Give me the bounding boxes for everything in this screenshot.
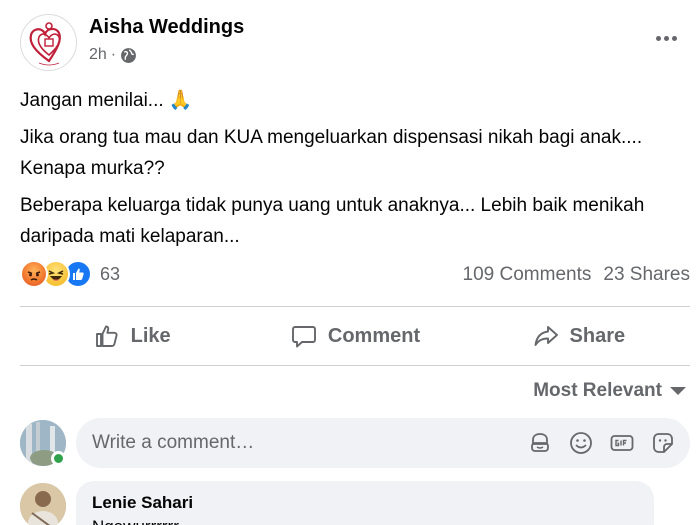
meta-separator: · [110,46,117,63]
dot-icon [663,35,669,41]
commenter-avatar[interactable] [20,483,66,525]
post-paragraph: Jika orang tua mau dan KUA mengeluarkan … [20,127,643,179]
more-options-button[interactable] [652,28,680,48]
like-button[interactable]: Like [20,307,243,365]
caret-down-icon [670,387,686,395]
emoji-icon[interactable] [568,430,594,456]
post-paragraph: Jangan menilai... 🙏 [20,90,193,111]
gif-icon[interactable] [609,430,635,456]
page-avatar[interactable] [20,14,77,71]
comment-text: Ngawurrrrrr [92,517,179,525]
post-time[interactable]: 2h [89,46,107,64]
comment-sort-dropdown[interactable]: Most Relevant [533,380,686,402]
reactions-summary[interactable]: 63 [20,260,120,288]
like-label: Like [130,324,171,347]
page-name[interactable]: Aisha Weddings [89,16,244,39]
comment-bubble: Lenie Sahari Ngawurrrrrr [76,481,654,525]
avatar-sticker-icon[interactable] [527,430,553,456]
comment-label: Comment [327,324,421,347]
sort-label: Most Relevant [533,380,662,401]
post-stats: 63 109 Comments 23 Shares [20,258,690,294]
comment-composer[interactable] [76,418,690,468]
post-header: Aisha Weddings 2h · [20,14,690,72]
dot-icon [671,35,677,41]
share-button[interactable]: Share [467,307,690,365]
reaction-count: 63 [100,263,121,284]
divider [20,365,690,366]
post-body: Jangan menilai... 🙏 Jika orang tua mau d… [20,85,690,258]
share-icon [534,326,558,346]
aisha-weddings-logo [29,22,61,66]
dot-icon [655,35,661,41]
engagement-counts: 109 Comments 23 Shares [463,264,690,286]
share-label: Share [569,324,626,347]
composer-tools [527,430,676,456]
sticker-icon[interactable] [650,430,676,456]
commenter-name[interactable]: Lenie Sahari [92,493,193,513]
globe-icon[interactable] [120,47,137,64]
comments-count-link[interactable]: 109 Comments [463,264,592,286]
shares-count-link[interactable]: 23 Shares [603,264,690,286]
online-status-indicator [51,451,66,466]
comment-icon [291,326,316,348]
post-actions: Like Comment Share [20,307,690,365]
post-paragraph: Beberapa keluarga tidak punya uang untuk… [20,195,645,247]
angry-reaction-icon [20,260,48,288]
comment-input[interactable] [92,418,512,468]
post-meta: 2h · [89,46,137,64]
comment-button[interactable]: Comment [243,307,466,365]
thumbs-up-icon [95,325,118,347]
